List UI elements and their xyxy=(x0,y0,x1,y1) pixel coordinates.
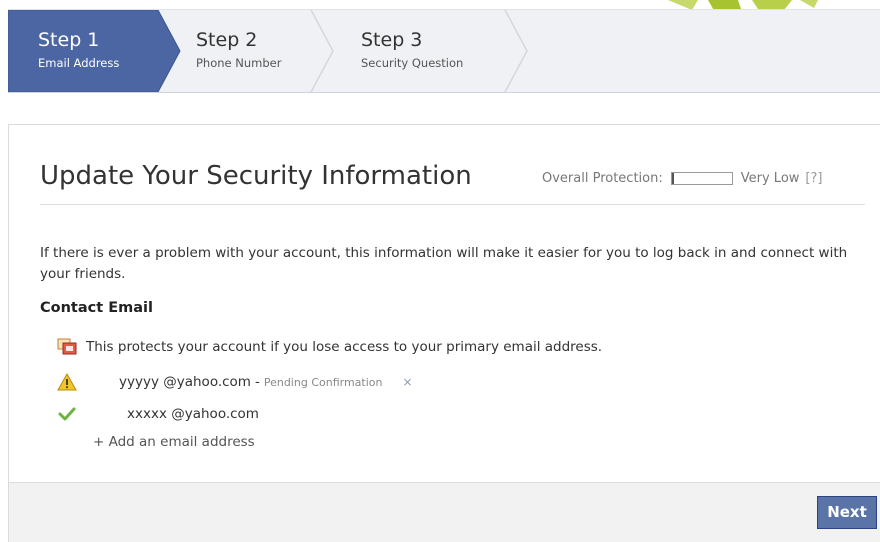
protection-meter-fill xyxy=(671,173,674,184)
page-title: Update Your Security Information xyxy=(40,161,472,191)
check-icon xyxy=(58,407,76,421)
email-cards-icon xyxy=(57,338,77,355)
protection-level: Very Low xyxy=(740,171,800,186)
step-2-title: Step 2 xyxy=(196,29,258,51)
help-link[interactable]: [?] xyxy=(805,171,822,186)
protection-meter xyxy=(670,172,733,185)
step-3-title: Step 3 xyxy=(361,29,423,51)
step-2-subtitle: Phone Number xyxy=(196,56,282,70)
protection-label: Overall Protection: xyxy=(542,171,663,186)
step-3-subtitle: Security Question xyxy=(361,56,464,70)
pending-confirmation-label: Pending Confirmation xyxy=(263,375,383,389)
overall-protection: Overall Protection: Very Low [?] xyxy=(542,171,822,186)
security-panel: Update Your Security Information Overall… xyxy=(8,124,880,542)
email-separator: - xyxy=(254,374,260,390)
footer-bar: Next xyxy=(9,482,880,542)
email-row-pending: yyyyy @yahoo.com - Pending Confirmation … xyxy=(57,373,413,391)
email-row-confirmed: xxxxx @yahoo.com xyxy=(57,405,259,423)
steps-bar: Step 1 Email Address Step 2 Phone Number… xyxy=(8,9,880,93)
next-button[interactable]: Next xyxy=(817,496,877,529)
step-1-tab[interactable]: Step 1 Email Address xyxy=(8,10,188,92)
add-email-link[interactable]: + Add an email address xyxy=(93,434,255,450)
intro-text: If there is ever a problem with your acc… xyxy=(40,245,848,282)
step-1-subtitle: Email Address xyxy=(38,56,120,70)
pending-email-address: yyyyy @yahoo.com xyxy=(119,374,251,390)
remove-email-icon[interactable]: × xyxy=(402,375,412,389)
step-3-tab[interactable]: Step 3 Security Question xyxy=(333,10,533,92)
step-2-tab[interactable]: Step 2 Phone Number xyxy=(168,10,338,92)
contact-email-info-text: This protects your account if you lose a… xyxy=(86,339,603,355)
step-1-title: Step 1 xyxy=(38,29,100,51)
contact-email-heading: Contact Email xyxy=(40,300,153,316)
confirmed-email-address: xxxxx @yahoo.com xyxy=(127,406,259,422)
warning-icon xyxy=(57,373,77,391)
contact-email-info: This protects your account if you lose a… xyxy=(57,338,602,356)
title-divider xyxy=(40,204,865,205)
